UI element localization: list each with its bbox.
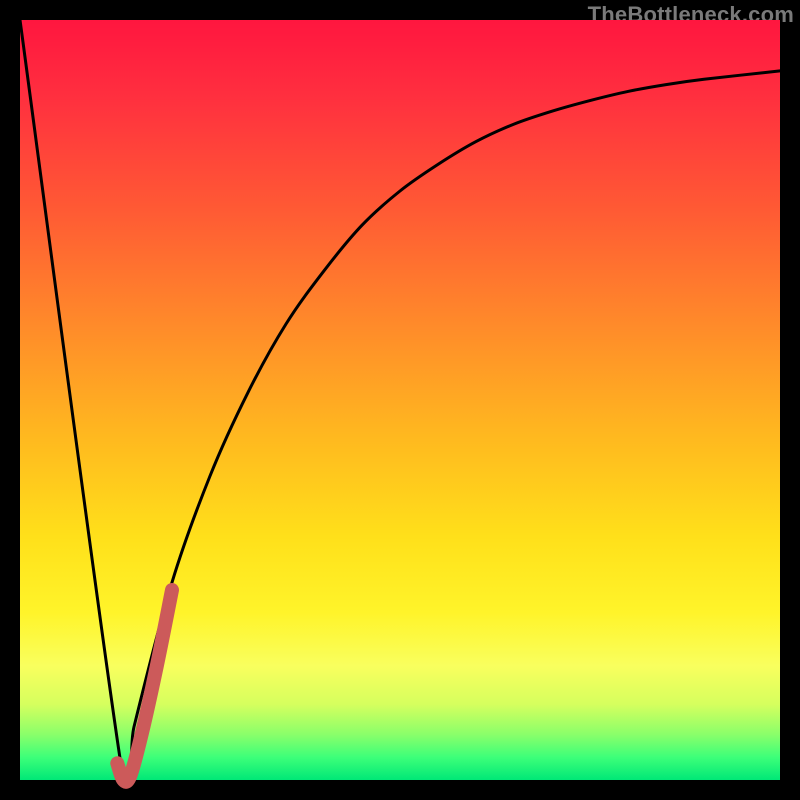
bottleneck-curve [20, 20, 780, 800]
chart-canvas [20, 20, 780, 780]
chart-frame: TheBottleneck.com [0, 0, 800, 800]
